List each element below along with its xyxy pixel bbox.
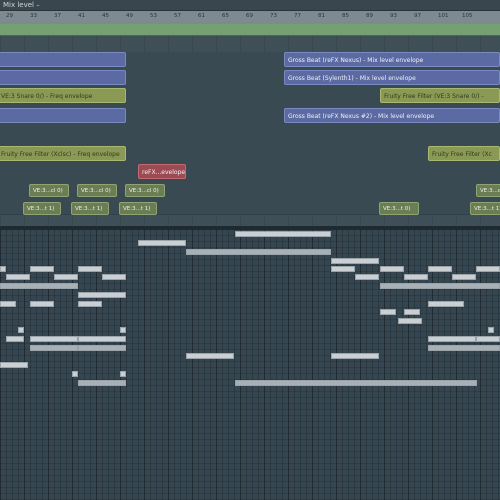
piano-note[interactable] [428, 301, 464, 307]
ruler-label: 101 [438, 13, 449, 19]
clip-ve3-t[interactable]: VE:3...t 1) [470, 202, 500, 215]
ruler-label: 33 [30, 13, 37, 19]
clip-refx-envelope[interactable]: reFX...evelope [138, 164, 186, 179]
ruler-label: 89 [366, 13, 373, 19]
piano-note[interactable] [428, 345, 500, 351]
ruler-label: 81 [318, 13, 325, 19]
piano-note[interactable] [0, 266, 6, 272]
clip-gross-beat-nexus[interactable]: Gross Beat (reFX Nexus) - Mix level enve… [284, 52, 500, 67]
clip-fruity-free-filter-2[interactable]: Fruity Free Filter (Xc [428, 146, 500, 161]
piano-note[interactable] [120, 371, 126, 377]
piano-note[interactable] [186, 353, 234, 359]
ruler-label: 77 [294, 13, 301, 19]
clip-fruity-free-filter-1[interactable]: Fruity Free Filter (VE:3 Snare 0/) - [380, 88, 500, 103]
piano-note[interactable] [428, 266, 452, 272]
piano-note[interactable] [78, 380, 126, 386]
clip-ve3-cl[interactable]: VE:3...cl 0) [476, 184, 500, 197]
playlist-area[interactable]: Gross Beat (reFX Nexus) - Mix level enve… [0, 36, 500, 226]
clip-ve3-t[interactable]: VE:3...t 0) [379, 202, 419, 215]
piano-note[interactable] [0, 283, 78, 289]
ruler-label: 65 [222, 13, 229, 19]
piano-note[interactable] [380, 309, 396, 315]
clip-ve3-t[interactable]: VE:3...t 1) [71, 202, 109, 215]
piano-note[interactable] [380, 266, 404, 272]
piano-note[interactable] [186, 249, 331, 255]
ruler-label: 29 [6, 13, 13, 19]
piano-note[interactable] [0, 301, 16, 307]
piano-note[interactable] [355, 274, 379, 280]
clip-blue-left-1[interactable] [0, 52, 126, 67]
piano-note[interactable] [120, 327, 126, 333]
piano-note[interactable] [398, 318, 422, 324]
piano-note[interactable] [404, 309, 420, 315]
piano-note[interactable] [138, 240, 186, 246]
loop-region[interactable] [0, 24, 500, 35]
piano-note[interactable] [331, 258, 379, 264]
clip-snare-freq[interactable]: VE:3 Snare 0/) - Freq envelope [0, 88, 126, 103]
piano-note[interactable] [331, 353, 379, 359]
piano-note[interactable] [30, 336, 78, 342]
ruler-label: 61 [198, 13, 205, 19]
piano-note[interactable] [331, 266, 355, 272]
piano-note[interactable] [476, 266, 500, 272]
piano-note[interactable] [30, 301, 54, 307]
piano-note[interactable] [18, 327, 24, 333]
ruler-label: 73 [270, 13, 277, 19]
piano-note[interactable] [30, 345, 78, 351]
piano-note[interactable] [78, 266, 102, 272]
clip-ve3-cl[interactable]: VE:3...cl 0) [29, 184, 69, 197]
piano-note[interactable] [30, 266, 54, 272]
ruler-label: 69 [246, 13, 253, 19]
piano-note[interactable] [54, 274, 78, 280]
clip-fruity-free-filter-xclsc[interactable]: Fruity Free Filter (Xclsc) - Freq envelo… [0, 146, 126, 161]
window-title: Mix level – [0, 0, 500, 11]
timeline-ruler[interactable]: 29 33 37 41 45 49 53 57 61 65 69 73 77 8… [0, 11, 500, 36]
piano-note[interactable] [78, 292, 126, 298]
clip-ve3-cl[interactable]: VE:3...cl 0) [125, 184, 165, 197]
piano-note[interactable] [452, 274, 476, 280]
clip-ve3-t[interactable]: VE:3...t 1) [119, 202, 157, 215]
piano-note[interactable] [6, 336, 24, 342]
track-row [0, 124, 500, 143]
piano-note[interactable] [428, 336, 476, 342]
ruler-label: 45 [102, 13, 109, 19]
ruler-label: 53 [150, 13, 157, 19]
piano-note[interactable] [6, 274, 30, 280]
piano-note[interactable] [78, 301, 102, 307]
piano-note[interactable] [235, 231, 331, 237]
clip-ve3-t[interactable]: VE:3...t 1) [23, 202, 61, 215]
ruler-label: 105 [462, 13, 473, 19]
piano-note[interactable] [476, 336, 500, 342]
clip-ve3-cl[interactable]: VE:3...cl 0) [77, 184, 117, 197]
clip-gross-beat-nexus2[interactable]: Gross Beat (reFX Nexus #2) - Mix level e… [284, 108, 500, 123]
clip-blue-left-2[interactable] [0, 70, 126, 85]
ruler-label: 97 [414, 13, 421, 19]
track-row [0, 178, 500, 197]
ruler-label: 93 [390, 13, 397, 19]
clip-blue-left-3[interactable] [0, 108, 126, 123]
piano-note[interactable] [235, 380, 477, 386]
ruler-label: 49 [126, 13, 133, 19]
ruler-label: 85 [342, 13, 349, 19]
piano-note[interactable] [78, 336, 126, 342]
ruler-label: 37 [54, 13, 61, 19]
ruler-label: 57 [174, 13, 181, 19]
piano-note[interactable] [72, 371, 78, 377]
piano-note[interactable] [78, 345, 126, 351]
piano-note[interactable] [0, 362, 28, 368]
piano-note[interactable] [488, 327, 494, 333]
piano-roll-grid[interactable] [0, 230, 500, 500]
ruler-label: 41 [78, 13, 85, 19]
track-row [0, 160, 500, 179]
piano-note[interactable] [102, 274, 126, 280]
piano-note[interactable] [404, 274, 428, 280]
clip-gross-beat-sylenth[interactable]: Gross Beat (Sylenth1) - Mix level envelo… [284, 70, 500, 85]
piano-note[interactable] [380, 283, 500, 289]
